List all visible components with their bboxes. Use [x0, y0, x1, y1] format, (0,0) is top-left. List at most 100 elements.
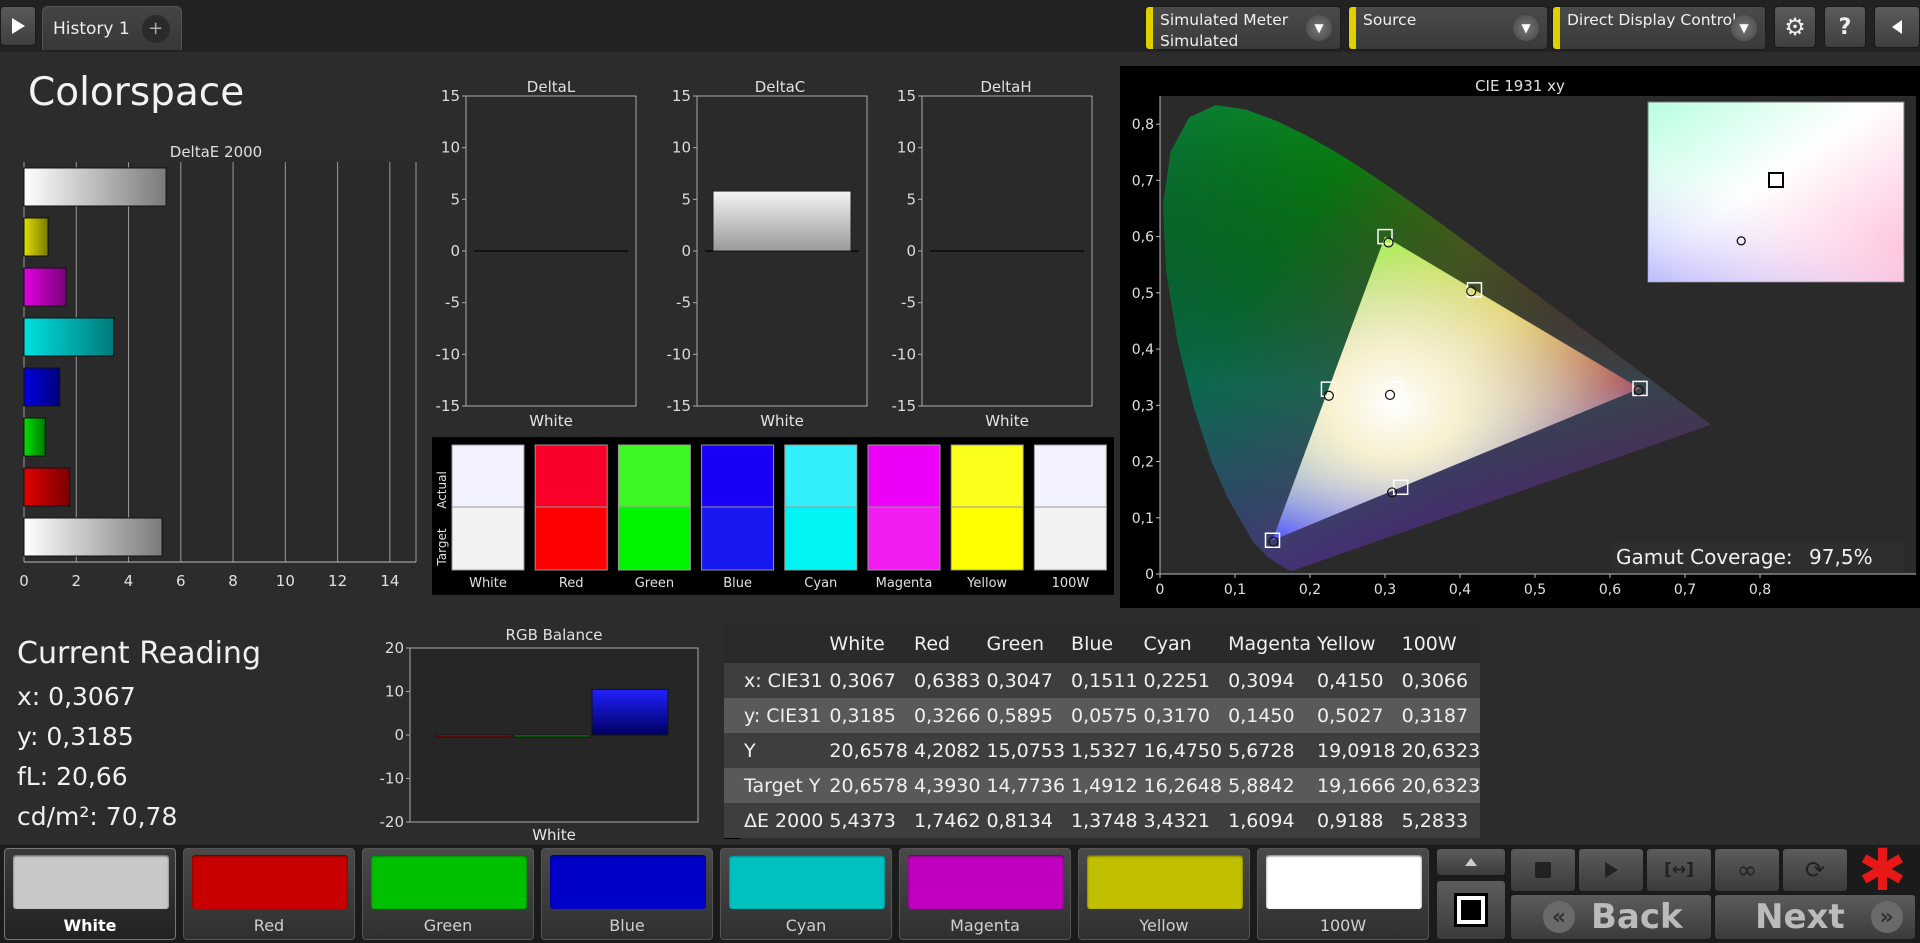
reading-x: x: 0,3067	[17, 682, 136, 711]
table-cell: 1,3748	[1071, 809, 1138, 832]
patch-color-chip	[1087, 855, 1243, 909]
delta-x-label: White	[529, 412, 573, 430]
help-icon[interactable]: ?	[1824, 6, 1866, 48]
chevron-down-icon: ▼	[1513, 15, 1539, 41]
cie-x-tick-label: 0,8	[1749, 582, 1771, 598]
play-measure-icon[interactable]	[1578, 848, 1644, 892]
next-label: Next	[1755, 897, 1845, 937]
table-cell: 0,3185	[829, 704, 896, 727]
cie-y-tick-label: 0,1	[1132, 511, 1154, 527]
table-cell: 0,5027	[1317, 704, 1384, 727]
table-cell: 19,1666	[1317, 774, 1396, 797]
stop-icon[interactable]	[1510, 848, 1576, 892]
accent-bar	[1553, 7, 1560, 49]
deltae-chart: 0 2 4 6 8 10 12 14	[19, 162, 417, 590]
table-header-row: White Red Green Blue Cyan Magenta Yellow 100W	[724, 625, 1481, 663]
patch-green[interactable]: Green	[362, 848, 534, 940]
delta-tick-label: 5	[681, 190, 691, 208]
table-row: Target Y 20,6578 4,3930 14,7736 1,4912 16,264…	[724, 768, 1481, 803]
patch-label: Magenta	[950, 916, 1020, 935]
stop-measure-button[interactable]	[1436, 880, 1506, 940]
deltae-bar-yellow	[23, 217, 49, 257]
table-cell: 0,4150	[1317, 669, 1384, 692]
patch-blue[interactable]: Blue	[541, 848, 713, 940]
delta-tick-label: 15	[897, 90, 916, 105]
display-control-dropdown[interactable]: Direct Display Control ▼	[1552, 6, 1766, 50]
swatch-label: Blue	[723, 576, 752, 591]
deltae-bar-green	[23, 417, 46, 457]
measure-icon	[1454, 893, 1488, 927]
next-button[interactable]: Next »	[1714, 894, 1916, 940]
column-header: White	[829, 633, 885, 655]
measure-range-icon[interactable]: [↔]	[1646, 848, 1712, 892]
play-icon[interactable]	[0, 6, 36, 46]
patch-label: Green	[423, 916, 473, 935]
deltae-tick-label: 10	[276, 572, 295, 590]
table-cell: 0,3266	[913, 704, 981, 727]
patch-magenta[interactable]: Magenta	[899, 848, 1071, 940]
gear-icon[interactable]: ⚙	[1774, 6, 1816, 48]
cie-x-tick-label: 0,1	[1224, 582, 1246, 598]
table-cell: 0,3187	[1401, 704, 1469, 727]
deltae-bar-blue	[23, 367, 61, 407]
reading-fl: fL: 20,66	[17, 762, 128, 791]
column-header: Yellow	[1317, 633, 1376, 655]
patch-color-chip	[371, 855, 527, 909]
swatch-actual-red	[534, 444, 608, 508]
row-header: ΔE 2000	[744, 809, 824, 832]
table-cell: 14,7736	[986, 774, 1066, 797]
patch-cyan[interactable]: Cyan	[720, 848, 892, 940]
cie-x-tick-label: 0,6	[1599, 582, 1621, 598]
table-cell: 0,3066	[1401, 669, 1469, 692]
patch-label: Blue	[609, 916, 645, 935]
delta-tick-label: 5	[450, 190, 460, 208]
accent-bar	[1146, 7, 1153, 49]
patch-100w[interactable]: 100W	[1257, 848, 1429, 940]
deltae-tick-label: 6	[176, 572, 186, 590]
delta-tick-label: -15	[667, 397, 692, 415]
table-cell: 0,8134	[986, 809, 1053, 832]
table-row: y: CIE31 0,3185 0,3266 0,5895 0,0575 0,3170 0,…	[724, 698, 1481, 733]
delta-tick-label: -15	[892, 397, 917, 415]
cie-x-tick-label: 0,3	[1374, 582, 1396, 598]
table-cell: 4,3930	[913, 774, 981, 797]
table-cell: 0,3067	[829, 669, 896, 692]
chevron-down-icon: ▼	[1306, 15, 1332, 41]
tab-history-1[interactable]: History 1 +	[42, 6, 182, 50]
refresh-icon[interactable]: ⟳	[1782, 848, 1848, 892]
cie-y-tick-label: 0	[1145, 567, 1154, 583]
table-cell: 0,3047	[986, 669, 1053, 692]
source-dropdown[interactable]: Source ▼	[1348, 6, 1548, 50]
deltae-bar-100w	[23, 517, 163, 557]
cie-y-tick-label: 0,4	[1132, 342, 1154, 358]
back-button[interactable]: « Back	[1510, 894, 1712, 940]
patch-color-chip	[1266, 855, 1422, 909]
patch-red[interactable]: Red	[183, 848, 355, 940]
asterisk-icon[interactable]: ✱	[1858, 840, 1907, 900]
white-point-zoom-shade	[1648, 102, 1904, 282]
swatch-label: 100W	[1052, 576, 1090, 591]
patch-label: 100W	[1319, 916, 1367, 935]
gamut-coverage: Gamut Coverage: 97,5%	[1612, 542, 1904, 572]
deltae-bar-red	[23, 467, 71, 507]
swatch-actual-white	[451, 444, 525, 508]
meter-dropdown[interactable]: Simulated Meter Simulated ▼	[1145, 6, 1341, 50]
delta-tick-label: -5	[676, 294, 691, 312]
chevron-up-icon[interactable]	[1436, 848, 1506, 876]
table-cell: 1,4912	[1071, 774, 1138, 797]
swatch-target-magenta	[867, 506, 941, 571]
continuous-icon[interactable]: ∞	[1714, 848, 1780, 892]
deltae-tick-label: 2	[71, 572, 81, 590]
patch-white[interactable]: White	[4, 848, 176, 940]
current-reading-title: Current Reading	[17, 636, 261, 671]
deltae-bar-magenta	[23, 267, 67, 307]
chevron-left-icon[interactable]	[1874, 6, 1920, 48]
add-tab-button[interactable]: +	[141, 14, 170, 43]
table-cell: 16,2648	[1143, 774, 1223, 797]
patch-color-chip	[908, 855, 1064, 909]
table-corner	[724, 625, 823, 663]
patch-yellow[interactable]: Yellow	[1078, 848, 1250, 940]
deltae-tick-label: 14	[380, 572, 399, 590]
delta-lch-charts: 15 10 5 0 -5 -10 -15 White 15 10 5 0 -5 -10 -15 White 15…	[436, 90, 1093, 430]
patch-color-chip	[13, 855, 169, 909]
